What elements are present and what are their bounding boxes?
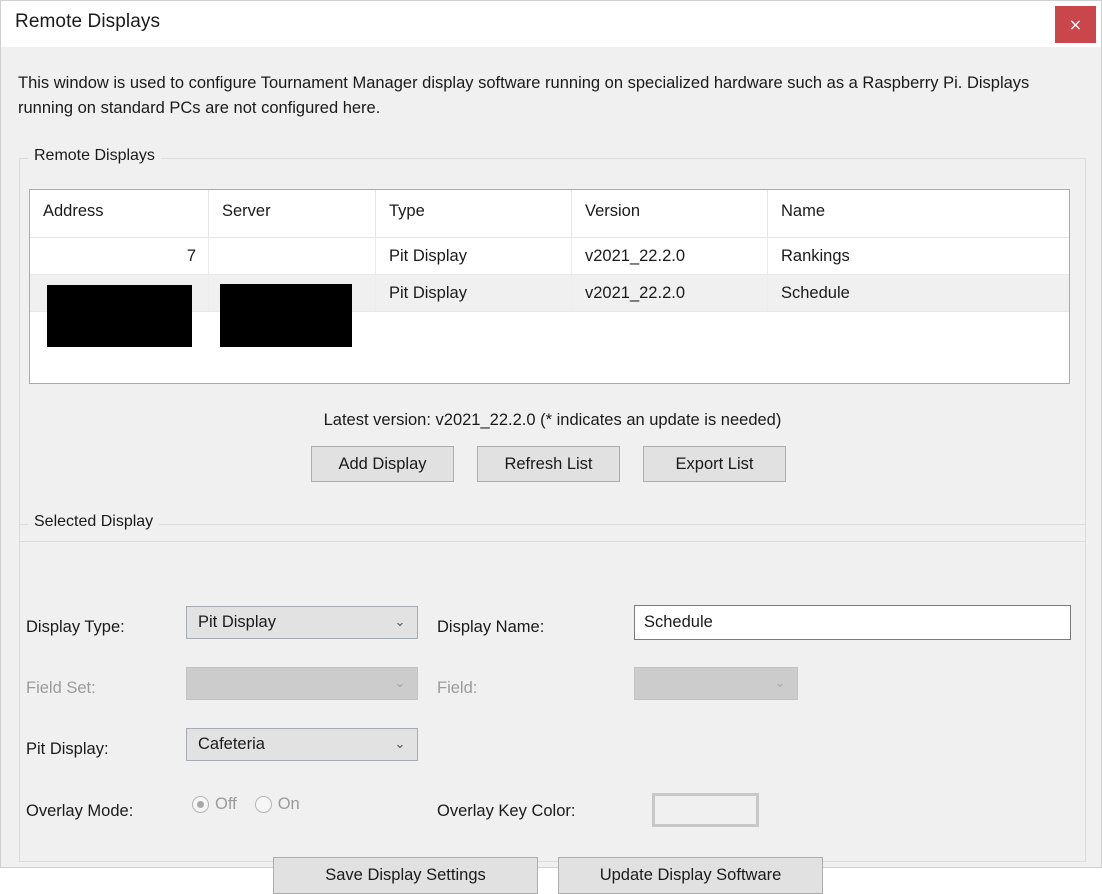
chevron-down-icon: ⌄ xyxy=(383,737,417,752)
cell-server xyxy=(209,238,376,274)
field-set-label: Field Set: xyxy=(26,679,96,698)
display-name-input[interactable] xyxy=(634,605,1071,640)
table-row[interactable]: 7 Pit Display v2021_22.2.0 Rankings xyxy=(30,238,1069,275)
radio-button-icon xyxy=(255,796,272,813)
cell-version: v2021_22.2.0 xyxy=(572,238,768,274)
chevron-down-icon: ⌄ xyxy=(383,676,417,691)
cell-address: 7 xyxy=(30,238,209,274)
refresh-list-button[interactable]: Refresh List xyxy=(477,446,620,482)
overlay-mode-radio-group: Off On xyxy=(192,795,318,814)
pit-display-dropdown[interactable]: Cafeteria ⌄ xyxy=(186,728,418,761)
column-header-version[interactable]: Version xyxy=(572,190,768,237)
overlay-mode-radio-on: On xyxy=(255,795,300,814)
title-bar: Remote Displays × xyxy=(1,1,1101,47)
field-label: Field: xyxy=(437,679,477,698)
column-header-name[interactable]: Name xyxy=(768,190,1069,237)
close-icon: × xyxy=(1055,6,1096,43)
cell-type: Pit Display xyxy=(376,275,572,311)
overlay-mode-option-label: On xyxy=(278,795,300,814)
display-name-label: Display Name: xyxy=(437,618,544,637)
save-display-settings-button[interactable]: Save Display Settings xyxy=(273,857,538,894)
display-type-value: Pit Display xyxy=(187,613,383,632)
overlay-key-color-label: Overlay Key Color: xyxy=(437,802,575,821)
field-dropdown: ⌄ xyxy=(634,667,798,700)
radio-button-icon xyxy=(192,796,209,813)
pit-display-label: Pit Display: xyxy=(26,740,109,759)
display-type-label: Display Type: xyxy=(26,618,125,637)
remote-displays-group: Remote Displays Address Server Type Vers… xyxy=(19,158,1086,542)
pit-display-value: Cafeteria xyxy=(187,735,383,754)
selected-display-group-legend: Selected Display xyxy=(28,513,159,531)
close-button[interactable]: × xyxy=(1055,6,1096,43)
intro-description: This window is used to configure Tournam… xyxy=(18,71,1086,121)
redaction-bar-server xyxy=(220,284,352,347)
column-header-server[interactable]: Server xyxy=(209,190,376,237)
overlay-mode-option-label: Off xyxy=(215,795,237,814)
dialog-body: This window is used to configure Tournam… xyxy=(2,47,1101,867)
chevron-down-icon: ⌄ xyxy=(763,676,797,691)
latest-version-text: Latest version: v2021_22.2.0 (* indicate… xyxy=(20,411,1085,430)
chevron-down-icon: ⌄ xyxy=(383,615,417,630)
remote-displays-dialog: Remote Displays × This window is used to… xyxy=(0,0,1102,868)
window-title: Remote Displays xyxy=(15,11,160,33)
display-type-dropdown[interactable]: Pit Display ⌄ xyxy=(186,606,418,639)
export-list-button[interactable]: Export List xyxy=(643,446,786,482)
cell-version: v2021_22.2.0 xyxy=(572,275,768,311)
field-set-dropdown: ⌄ xyxy=(186,667,418,700)
add-display-button[interactable]: Add Display xyxy=(311,446,454,482)
column-header-address[interactable]: Address xyxy=(30,190,209,237)
update-display-software-button[interactable]: Update Display Software xyxy=(558,857,823,894)
cell-name: Schedule xyxy=(768,275,1069,311)
overlay-mode-radio-off: Off xyxy=(192,795,237,814)
cell-name: Rankings xyxy=(768,238,1069,274)
redaction-bar-address xyxy=(47,285,192,347)
cell-type: Pit Display xyxy=(376,238,572,274)
overlay-key-color-swatch[interactable] xyxy=(652,793,759,827)
remote-displays-group-legend: Remote Displays xyxy=(28,147,161,165)
column-header-type[interactable]: Type xyxy=(376,190,572,237)
overlay-mode-label: Overlay Mode: xyxy=(26,802,133,821)
table-header-row: Address Server Type Version Name xyxy=(30,190,1069,238)
selected-display-group: Selected Display Display Type: Pit Displ… xyxy=(19,524,1086,862)
